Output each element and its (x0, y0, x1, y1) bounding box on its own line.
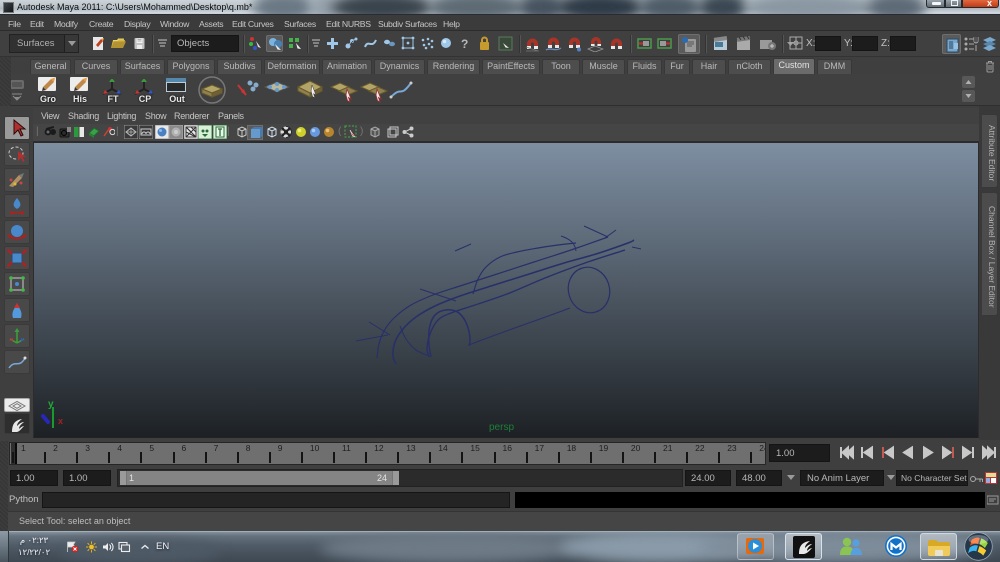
svg-text:y: y (48, 399, 54, 410)
svg-text:?: ? (461, 37, 468, 51)
svg-text:x: x (58, 416, 63, 426)
